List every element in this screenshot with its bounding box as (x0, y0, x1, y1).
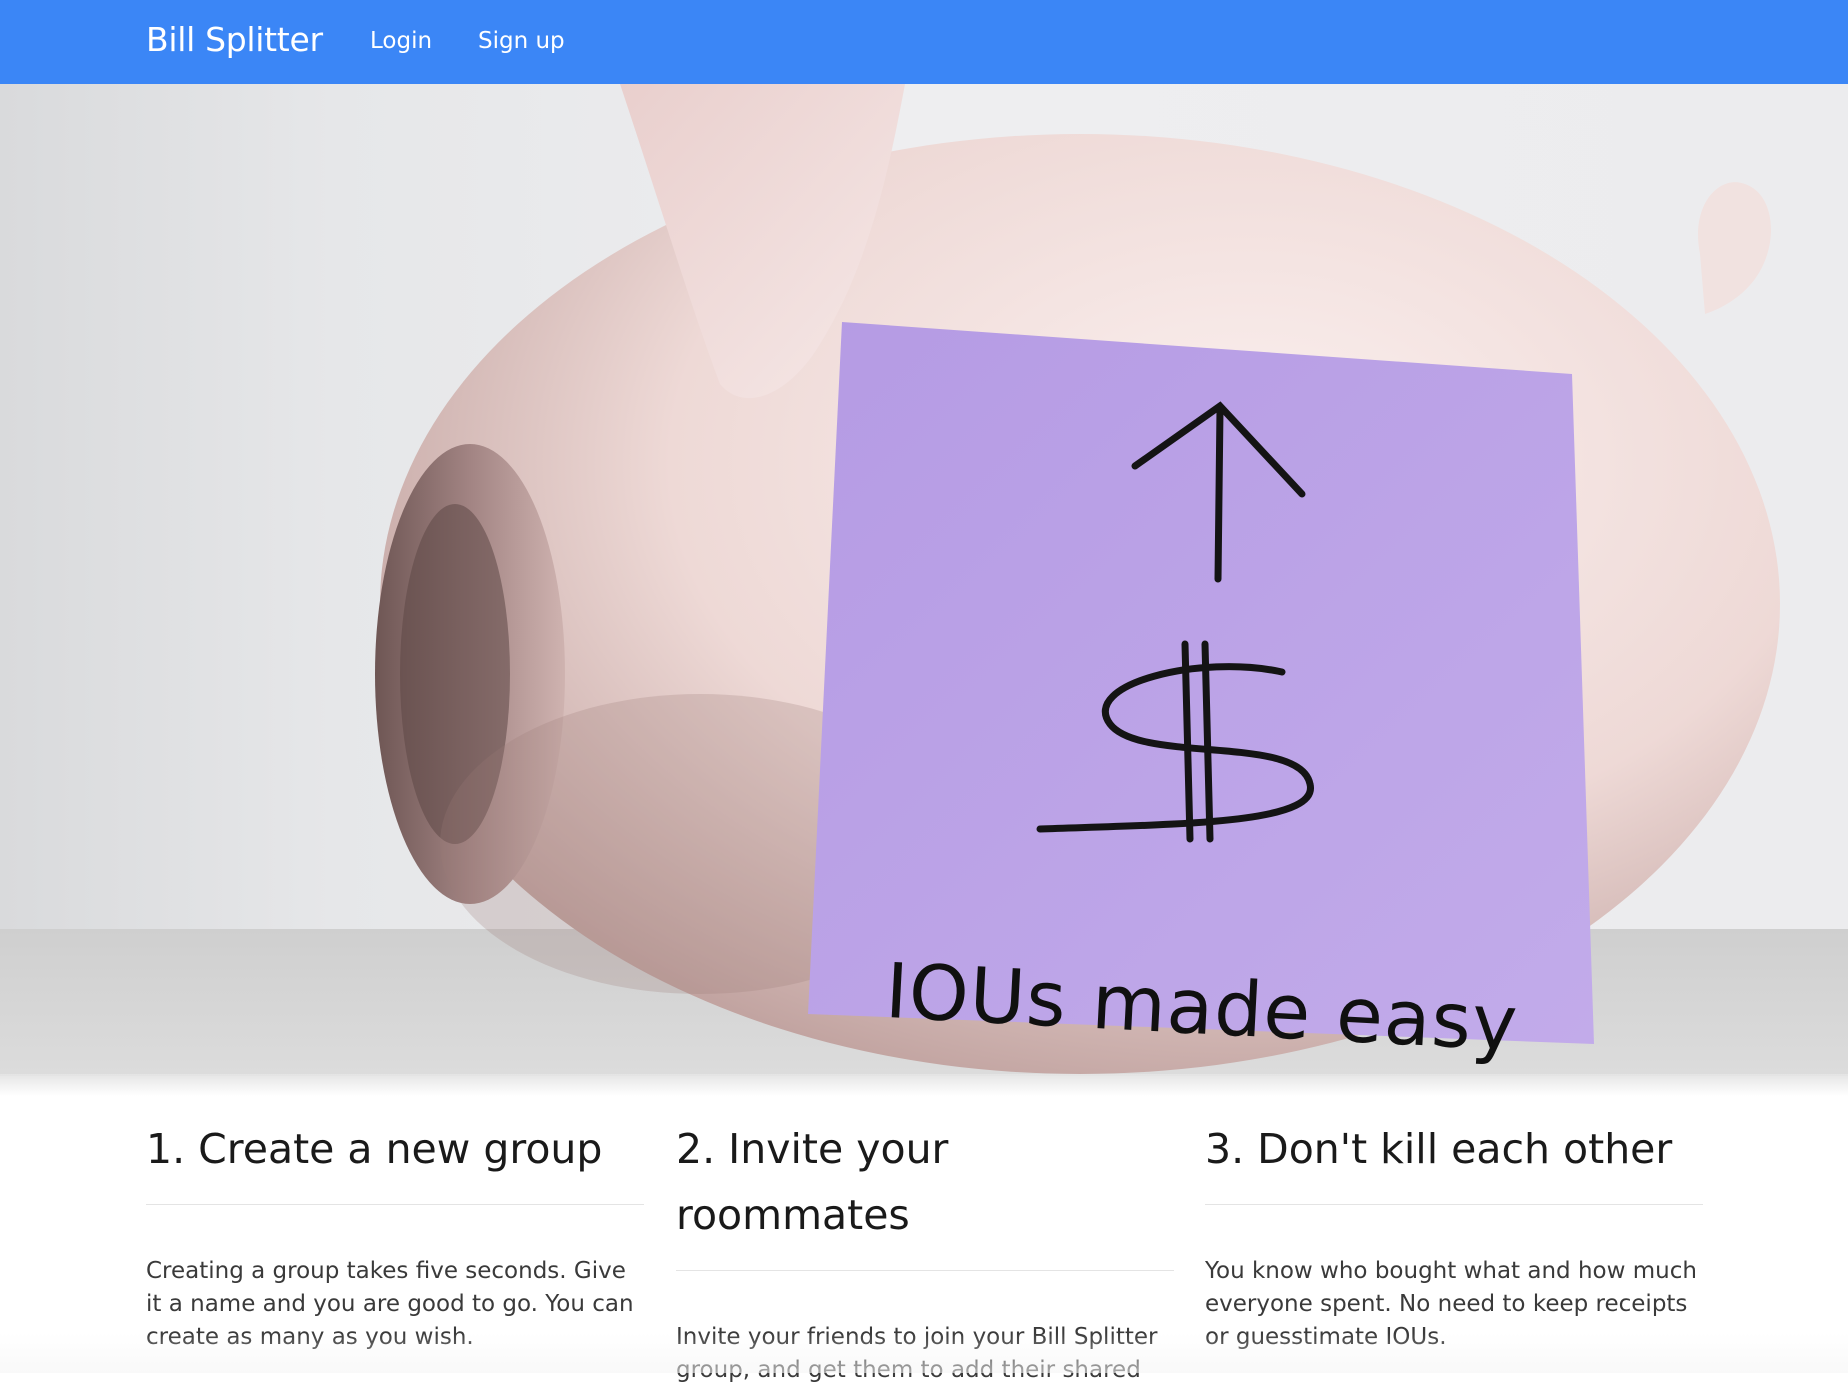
feature-dont-kill: 3. Don't kill each other You know who bo… (1205, 1116, 1703, 1354)
sticky-note (808, 322, 1594, 1044)
feature-create-group: 1. Create a new group Creating a group t… (146, 1116, 644, 1354)
top-navbar: Bill Splitter Login Sign up (0, 0, 1848, 84)
feature-invite-roommates: 2. Invite your roommates Invite your fri… (676, 1116, 1174, 1387)
feature-title: 1. Create a new group (146, 1116, 644, 1205)
hero-banner: IOUs made easy (0, 84, 1848, 1076)
brand-link[interactable]: Bill Splitter (146, 20, 323, 59)
nav-signup-link[interactable]: Sign up (478, 28, 565, 54)
feature-text: Creating a group takes five seconds. Giv… (146, 1258, 634, 1350)
piggy-bank-illustration (0, 84, 1848, 1076)
features-section: 1. Create a new group Creating a group t… (0, 1096, 1848, 1383)
feature-text: You know who bought what and how much ev… (1205, 1258, 1697, 1350)
nav-login-link[interactable]: Login (370, 28, 432, 54)
feature-title: 3. Don't kill each other (1205, 1116, 1703, 1205)
feature-title: 2. Invite your roommates (676, 1116, 1174, 1271)
feature-text: Invite your friends to join your Bill Sp… (676, 1324, 1158, 1383)
pig-tail (1698, 182, 1772, 314)
hero-shadow (0, 1074, 1848, 1096)
